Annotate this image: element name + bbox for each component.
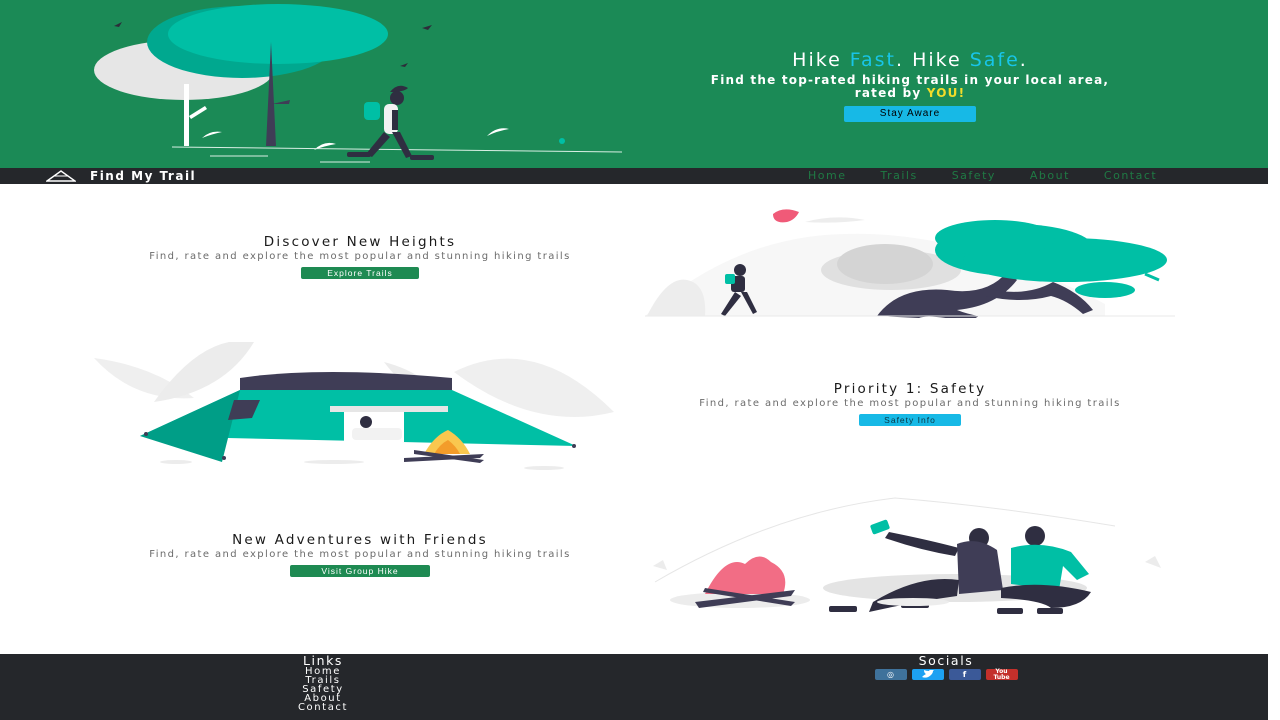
brand-name: Find My Trail [90,169,197,183]
nav-link-home[interactable]: Home [808,168,846,184]
section-safety: Priority 1: Safety Find, rate and explor… [660,381,1160,427]
facebook-icon[interactable]: f [948,669,981,680]
hero-title-part: . [1019,49,1028,71]
hero-title: Hike Fast. Hike Safe. [640,48,1180,72]
section-title: Discover New Heights [263,234,457,250]
visit-group-hike-button[interactable]: Visit Group Hike [290,565,430,577]
nav-link-contact[interactable]: Contact [1104,168,1157,184]
twitter-icon[interactable] [911,669,944,680]
camping-tent-illustration [94,342,614,470]
footer-socials-heading: Socials [918,653,974,668]
hero-subtitle-highlight: YOU! [926,86,966,100]
navbar: Find My Trail Home Trails Safety About C… [0,168,1268,184]
hero-banner: Hike Fast. Hike Safe. Find the top-rated… [0,0,1268,168]
section-description: Find, rate and explore the most popular … [149,251,571,262]
brand[interactable]: Find My Trail [46,168,196,184]
hero-title-part: . Hike [895,49,970,71]
section-friends: New Adventures with Friends Find, rate a… [110,532,610,578]
footer-link-contact[interactable]: Contact [273,703,373,713]
nav-link-safety[interactable]: Safety [952,168,996,184]
hero-subtitle-line1: Find the top-rated hiking trails in your… [710,73,1110,87]
youtube-icon[interactable]: You Tube [985,668,1018,680]
tree-hiker-illustration [645,209,1175,318]
hero-title-part: Hike [792,49,850,71]
safety-info-button[interactable]: Safety Info [859,414,961,426]
nav-link-trails[interactable]: Trails [880,168,917,184]
social-icons: ◎ f You Tube [866,668,1026,680]
nav-links: Home Trails Safety About Contact [808,168,1191,184]
mountain-logo-icon [46,170,76,182]
footer: Links Home Trails Safety About Contact S… [0,654,1268,720]
section-title: New Adventures with Friends [232,532,488,548]
instagram-icon[interactable]: ◎ [874,669,907,680]
nav-link-about[interactable]: About [1030,168,1070,184]
hiker-illustration [94,4,623,163]
friends-selfie-illustration [653,497,1161,614]
footer-links: Links Home Trails Safety About Contact [273,654,373,712]
explore-trails-button[interactable]: Explore Trails [301,267,419,279]
section-title: Priority 1: Safety [833,381,987,397]
stay-aware-button[interactable]: Stay Aware [844,106,976,122]
hero-subtitle-line2: rated by [854,86,927,100]
footer-socials: Socials ◎ f You Tube [866,654,1026,680]
section-description: Find, rate and explore the most popular … [699,398,1121,409]
hero-title-safe: Safe [969,49,1020,71]
hero-subtitle: Find the top-rated hiking trails in your… [640,74,1180,100]
hero-text: Hike Fast. Hike Safe. Find the top-rated… [640,48,1180,122]
section-discover: Discover New Heights Find, rate and expl… [110,234,610,280]
hero-title-fast: Fast [849,49,896,71]
section-description: Find, rate and explore the most popular … [149,549,571,560]
